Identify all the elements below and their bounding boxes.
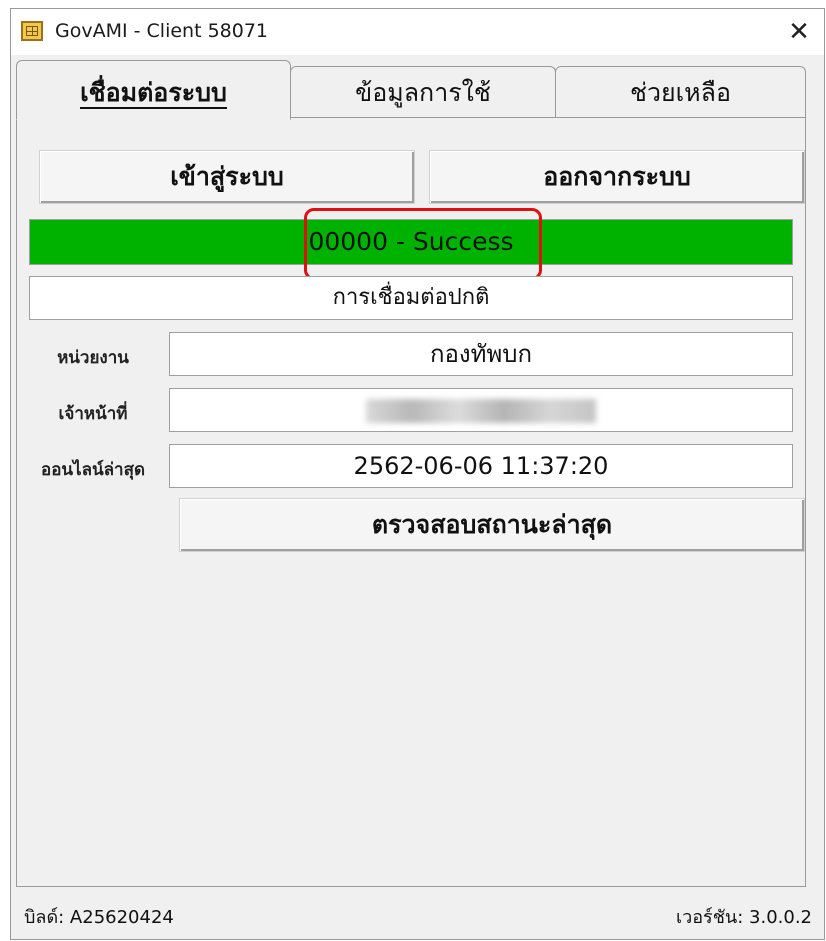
tab-help-label: ช่วยเหลือ bbox=[629, 78, 731, 107]
tab-connect[interactable]: เชื่อมต่อระบบ bbox=[16, 60, 291, 120]
tab-usage-info[interactable]: ข้อมูลการใช้ bbox=[290, 66, 556, 118]
unit-field: กองทัพบก bbox=[169, 332, 793, 376]
tab-help[interactable]: ช่วยเหลือ bbox=[555, 66, 806, 118]
check-status-button[interactable]: ตรวจสอบสถานะล่าสุด bbox=[179, 498, 805, 552]
last-online-label: ออนไลน์ล่าสุด bbox=[40, 460, 145, 480]
login-button[interactable]: เข้าสู่ระบบ bbox=[39, 150, 415, 204]
title-bar: GovAMI - Client 58071 ✕ bbox=[11, 9, 824, 55]
tab-usage-info-label: ข้อมูลการใช้ bbox=[355, 78, 491, 107]
unit-label: หน่วยงาน bbox=[57, 348, 129, 368]
connect-panel: เข้าสู่ระบบ ออกจากระบบ 00000 - Success ก… bbox=[16, 117, 806, 887]
app-logo-icon bbox=[21, 21, 43, 41]
build-label: บิลด์: A25620424 bbox=[24, 907, 174, 928]
officer-label: เจ้าหน้าที่ bbox=[58, 404, 128, 424]
window-title: GovAMI - Client 58071 bbox=[55, 20, 269, 42]
last-online-field: 2562-06-06 11:37:20 bbox=[169, 444, 793, 488]
connection-message: การเชื่อมต่อปกติ bbox=[29, 276, 793, 320]
logout-button[interactable]: ออกจากระบบ bbox=[429, 150, 805, 204]
close-button[interactable]: ✕ bbox=[782, 15, 816, 49]
tab-strip: เชื่อมต่อระบบ ข้อมูลการใช้ ช่วยเหลือ bbox=[16, 60, 806, 120]
highlight-annotation bbox=[304, 208, 542, 280]
tab-connect-label: เชื่อมต่อระบบ bbox=[80, 78, 227, 109]
redacted-officer-name bbox=[366, 399, 596, 423]
version-label: เวอร์ชัน: 3.0.0.2 bbox=[675, 907, 812, 928]
officer-field bbox=[169, 388, 793, 432]
